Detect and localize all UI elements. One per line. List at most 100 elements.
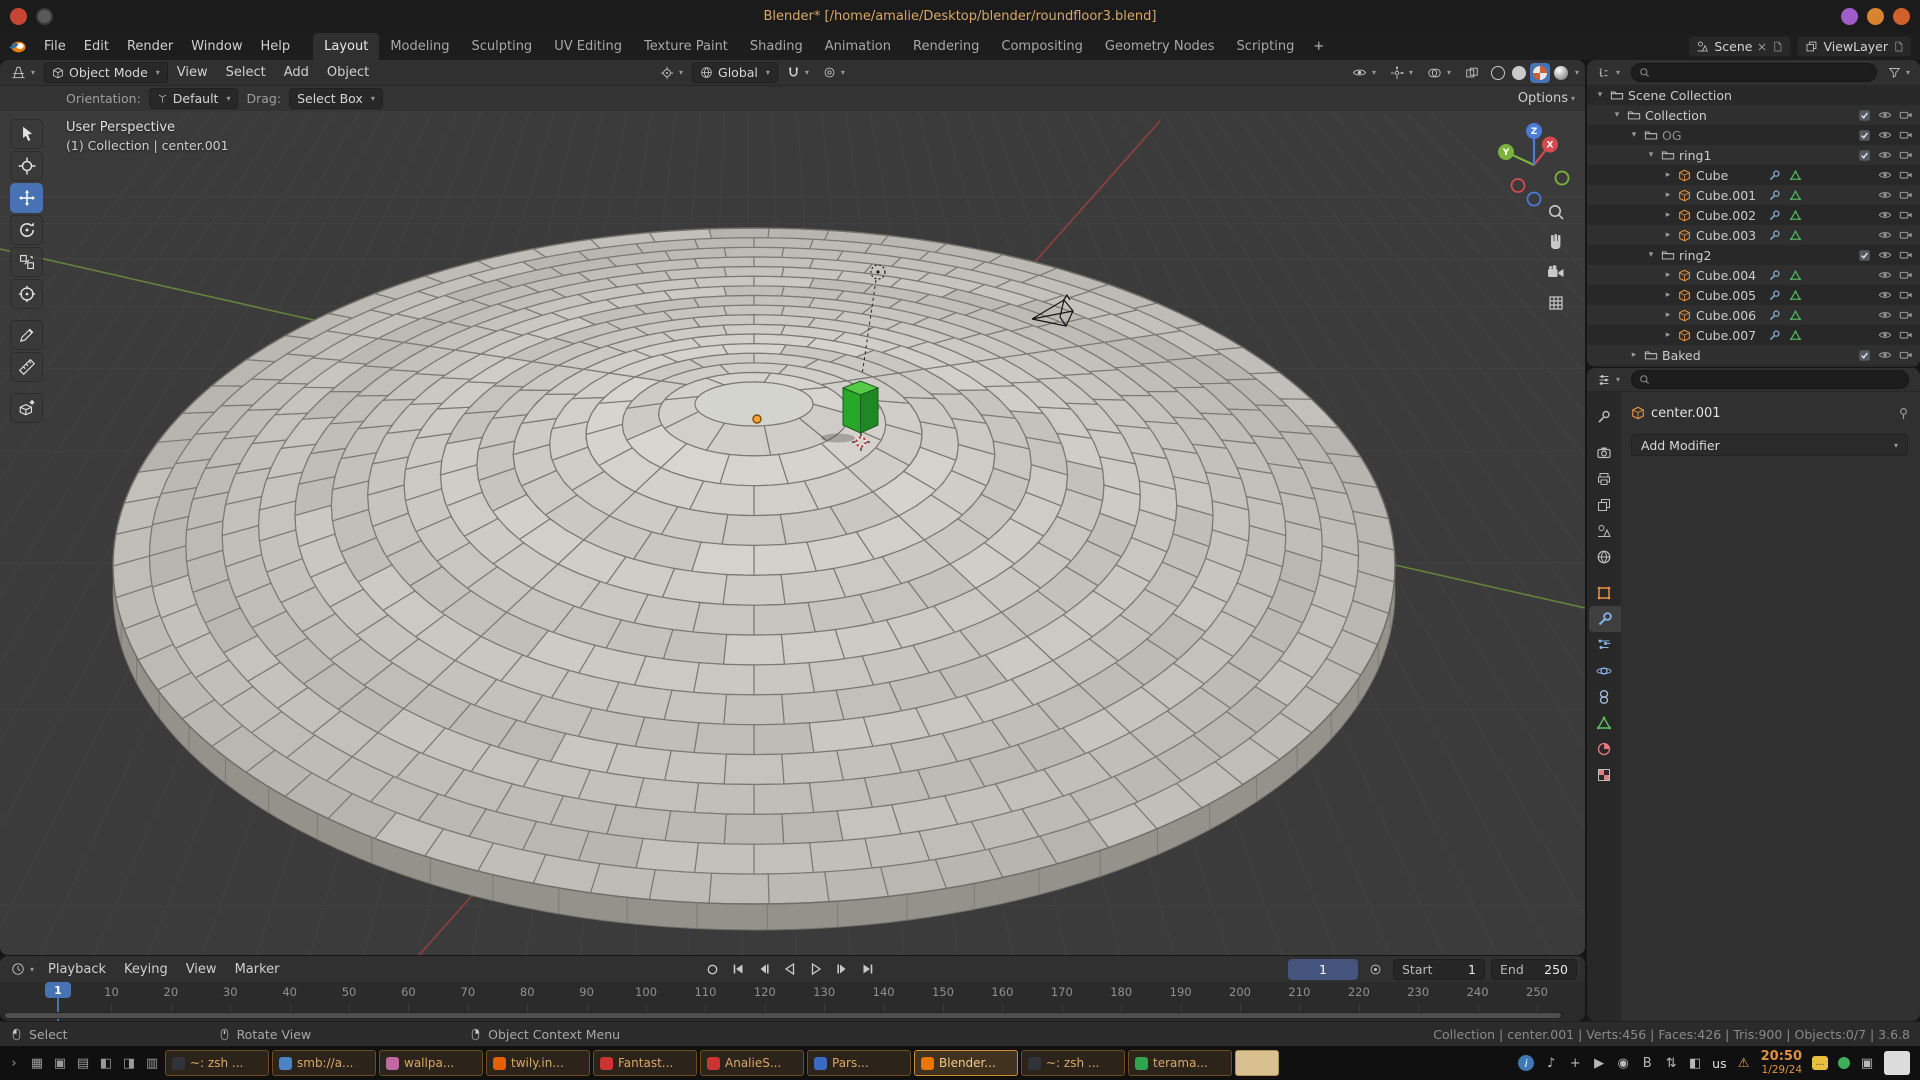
tray-info-icon[interactable]: i (1518, 1055, 1534, 1071)
properties-search-input[interactable] (1631, 370, 1909, 389)
toggle-checkbox[interactable] (1858, 108, 1871, 122)
properties-tab-object-data[interactable] (1587, 710, 1621, 736)
keyboard-layout-indicator[interactable]: us (1712, 1056, 1726, 1071)
taskbar-window-zsh[interactable]: ~: zsh ... (165, 1050, 269, 1076)
expand-arrow[interactable]: ▸ (1661, 170, 1675, 180)
taskbar-launcher-files-icon[interactable]: ▤ (73, 1052, 93, 1074)
frame-start-field[interactable]: Start1 (1393, 959, 1485, 980)
taskbar-window-twily-in[interactable]: twily.in... (486, 1050, 590, 1076)
app-icon[interactable] (10, 8, 27, 25)
workspace-tab-rendering[interactable]: Rendering (902, 33, 990, 60)
expand-arrow[interactable]: ▾ (1610, 110, 1624, 120)
new-viewlayer-icon[interactable] (1893, 41, 1904, 52)
tray-chat-icon[interactable]: … (1812, 1056, 1828, 1070)
shading-wireframe-button[interactable] (1488, 63, 1508, 83)
mode-selector[interactable]: Object Mode ▾ (44, 62, 168, 83)
tool-transform[interactable] (10, 279, 43, 309)
menu-help[interactable]: Help (252, 33, 300, 60)
properties-tab-modifiers[interactable] (1589, 606, 1621, 632)
workspace-tab-texture-paint[interactable]: Texture Paint (633, 33, 739, 60)
taskbar-untitled-window[interactable] (1235, 1050, 1279, 1076)
toggle-eye[interactable] (1878, 328, 1892, 342)
taskbar-show-desktop-icon[interactable]: › (4, 1052, 24, 1074)
taskbar-clock[interactable]: 20:501/29/24 (1761, 1050, 1802, 1077)
tool-scale[interactable] (10, 247, 43, 277)
toggle-eye[interactable] (1878, 108, 1892, 122)
taskbar-window-smb-a[interactable]: smb://a... (272, 1050, 376, 1076)
play-reverse-button[interactable] (778, 959, 802, 979)
timeline-menu-keying[interactable]: Keying (115, 956, 177, 982)
add-modifier-button[interactable]: Add Modifier ▾ (1631, 434, 1908, 456)
editor-type-button[interactable]: ▾ (6, 62, 40, 84)
tray-white-panel[interactable] (1884, 1051, 1910, 1075)
timeline-menu-playback[interactable]: Playback (39, 956, 115, 982)
viewlayer-selector[interactable]: ViewLayer (1797, 36, 1912, 57)
workspace-tab-layout[interactable]: Layout (313, 33, 379, 60)
proportional-edit-button[interactable]: ▾ (818, 62, 850, 84)
properties-tab-output[interactable] (1587, 466, 1621, 492)
toggle-eye[interactable] (1878, 268, 1892, 282)
viewport-3d[interactable]: XYZ User Perspective (1) Collection | ce… (0, 111, 1585, 955)
expand-arrow[interactable]: ▸ (1627, 350, 1641, 360)
blender-logo-icon[interactable] (0, 33, 35, 60)
add-workspace-button[interactable]: + (1305, 33, 1332, 60)
outliner-row-cube-004[interactable]: ▸Cube.004 (1587, 265, 1920, 285)
taskbar-tray-clipboard[interactable]: + (1568, 1056, 1582, 1071)
record-button[interactable] (700, 959, 724, 979)
taskbar-pager-icon[interactable]: ▦ (27, 1052, 47, 1074)
menu-window[interactable]: Window (182, 33, 251, 60)
outliner-editor-type-button[interactable]: ▾ (1592, 62, 1625, 84)
menu-edit[interactable]: Edit (75, 33, 118, 60)
taskbar-window-terama[interactable]: terama... (1128, 1050, 1232, 1076)
tool-annotate[interactable] (10, 320, 43, 350)
timeline-editor-type-button[interactable]: ▾ (6, 958, 39, 980)
properties-tab-material[interactable] (1587, 736, 1621, 762)
timeline-scrollbar-handle[interactable] (5, 1013, 1561, 1018)
taskbar-window-zsh[interactable]: ~: zsh ... (1021, 1050, 1125, 1076)
outliner-filter-button[interactable]: ▾ (1883, 62, 1915, 84)
gizmos-button[interactable]: ▾ (1385, 62, 1418, 84)
toggle-camera[interactable] (1899, 308, 1913, 322)
outliner-row-cube[interactable]: ▸Cube (1587, 165, 1920, 185)
transform-pivot-button[interactable]: ▾ (655, 62, 688, 84)
taskbar-window-blender[interactable]: Blender... (914, 1050, 1018, 1076)
expand-arrow[interactable]: ▾ (1593, 90, 1607, 100)
expand-arrow[interactable]: ▸ (1661, 190, 1675, 200)
shading-solid-button[interactable] (1509, 63, 1529, 83)
scene-selector[interactable]: Scene (1688, 36, 1791, 57)
tool-rotate[interactable] (10, 215, 43, 245)
toggle-camera[interactable] (1899, 208, 1913, 222)
toggle-camera[interactable] (1899, 248, 1913, 262)
menu-file[interactable]: File (35, 33, 75, 60)
tool-move[interactable] (10, 183, 43, 213)
workspace-tab-compositing[interactable]: Compositing (990, 33, 1094, 60)
taskbar-launcher-terminal-icon[interactable]: ▣ (50, 1052, 70, 1074)
outliner-row-ring1[interactable]: ▾ring1 (1587, 145, 1920, 165)
viewport-menu-add[interactable]: Add (275, 60, 318, 85)
expand-arrow[interactable]: ▾ (1644, 150, 1658, 160)
outliner-row-ring2[interactable]: ▾ring2 (1587, 245, 1920, 265)
outliner-row-collection[interactable]: ▾Collection (1587, 105, 1920, 125)
expand-arrow[interactable]: ▸ (1661, 330, 1675, 340)
taskbar-launcher-media-icon[interactable]: ◨ (119, 1052, 139, 1074)
new-scene-icon[interactable] (1772, 41, 1783, 52)
properties-tab-render[interactable] (1587, 440, 1621, 466)
toggle-camera[interactable] (1899, 188, 1913, 202)
workspace-tab-geometry-nodes[interactable]: Geometry Nodes (1094, 33, 1226, 60)
workspace-tab-sculpting[interactable]: Sculpting (460, 33, 543, 60)
toggle-camera[interactable] (1899, 108, 1913, 122)
taskbar-window-fantast[interactable]: Fantast... (593, 1050, 697, 1076)
toggle-camera[interactable] (1899, 148, 1913, 162)
viewport-menu-view[interactable]: View (168, 60, 217, 85)
toggle-camera[interactable] (1899, 288, 1913, 302)
drag-dropdown[interactable]: Select Box ▾ (289, 88, 383, 109)
expand-arrow[interactable]: ▸ (1661, 310, 1675, 320)
playhead-frame-label[interactable]: 1 (45, 982, 71, 998)
expand-arrow[interactable]: ▾ (1627, 130, 1641, 140)
properties-tab-world[interactable] (1587, 544, 1621, 570)
taskbar-tray-player[interactable]: ▶ (1592, 1056, 1606, 1071)
toggle-eye[interactable] (1878, 248, 1892, 262)
toggle-eye[interactable] (1878, 228, 1892, 242)
transform-orientation-selector[interactable]: Global ▾ (692, 62, 778, 83)
pin-icon[interactable] (1897, 407, 1910, 420)
